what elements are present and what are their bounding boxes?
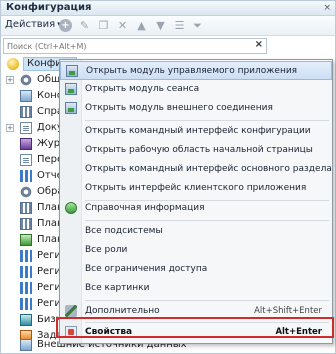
menu-separator bbox=[85, 300, 329, 301]
catalogs-icon bbox=[20, 106, 32, 118]
information-register-icon bbox=[20, 250, 32, 262]
window-titlebar: Конфигурация × bbox=[1, 1, 335, 16]
documents-icon bbox=[20, 122, 32, 134]
filter-icon[interactable]: ⏷ bbox=[191, 19, 204, 32]
menu-item-label: Все роли bbox=[85, 245, 128, 255]
context-menu: Открыть модуль управляемого приложения О… bbox=[59, 59, 333, 344]
menu-item-label: Все картинки bbox=[85, 283, 150, 293]
menu-item-label: Все ограничения доступа bbox=[85, 264, 208, 274]
highlight-frame bbox=[56, 317, 334, 338]
chart-of-accounts-icon bbox=[20, 218, 32, 230]
tools-icon bbox=[65, 305, 77, 317]
menu-item-open-client-app-interface[interactable]: Открыть интерфейс клиентского приложения bbox=[60, 179, 332, 198]
tree-item-label: Общ bbox=[37, 74, 61, 85]
menu-item-label: Все подсистемы bbox=[85, 226, 163, 236]
menu-item-shortcut: Alt+Shift+Enter bbox=[254, 306, 322, 316]
module-icon bbox=[65, 83, 77, 95]
common-objects-icon bbox=[20, 74, 32, 86]
menu-item-label: Открыть командный интерфейс конфигурации bbox=[85, 126, 311, 136]
module-icon bbox=[66, 65, 78, 77]
reports-icon bbox=[20, 170, 32, 182]
window-title: Конфигурация bbox=[6, 2, 92, 13]
edit-icon[interactable]: ✎ bbox=[78, 19, 91, 32]
menu-item-label: Справочная информация bbox=[85, 203, 205, 213]
business-process-icon bbox=[20, 314, 32, 326]
menu-item-open-managed-app-module[interactable]: Открыть модуль управляемого приложения bbox=[60, 61, 332, 80]
chart-of-calculation-icon bbox=[20, 234, 32, 246]
menu-item-label: Открыть модуль внешнего соединения bbox=[85, 103, 273, 113]
move-down-icon[interactable]: ▼ bbox=[154, 19, 167, 32]
expand-icon[interactable]: + bbox=[6, 76, 14, 84]
menu-item-open-config-command-interface[interactable]: Открыть командный интерфейс конфигурации bbox=[60, 122, 332, 141]
menu-item-open-session-module[interactable]: Открыть модуль сеанса bbox=[60, 80, 332, 99]
toolbar: Действия▼ + ✎ ❐ ✕ ▲ ▼ ☰ ⏷ bbox=[1, 16, 335, 36]
menu-item-label: Открыть командный интерфейс основного ра… bbox=[85, 164, 332, 174]
tree-item-label: Реги bbox=[37, 282, 61, 293]
search-field[interactable]: × bbox=[3, 38, 267, 54]
menu-item-help-info[interactable]: Справочная информация bbox=[60, 199, 332, 218]
search-input[interactable] bbox=[4, 39, 244, 53]
help-info-icon bbox=[65, 202, 77, 214]
chart-of-characteristics-icon bbox=[20, 202, 32, 214]
menu-item-all-access-restrictions[interactable]: Все ограничения доступа bbox=[60, 260, 332, 279]
external-data-sources-icon bbox=[20, 339, 32, 351]
menu-item-all-pictures[interactable]: Все картинки bbox=[60, 279, 332, 298]
expand-icon[interactable]: + bbox=[6, 124, 14, 132]
journals-icon bbox=[20, 138, 32, 150]
accumulation-register-icon bbox=[20, 266, 32, 278]
menu-item-label: Дополнительно bbox=[85, 306, 160, 316]
delete-icon[interactable]: ✕ bbox=[116, 19, 129, 32]
menu-item-label: Открыть интерфейс клиентского приложения bbox=[85, 183, 307, 193]
configuration-root-icon bbox=[7, 58, 19, 70]
tree-item-label: Реги bbox=[37, 250, 61, 261]
menu-item-open-external-connection-module[interactable]: Открыть модуль внешнего соединения bbox=[60, 99, 332, 118]
constants-icon bbox=[20, 90, 32, 102]
data-processors-icon bbox=[20, 186, 32, 198]
copy-icon[interactable]: ❐ bbox=[97, 19, 110, 32]
menu-item-all-subsystems[interactable]: Все подсистемы bbox=[60, 222, 332, 241]
menu-item-open-main-section-command-interface[interactable]: Открыть командный интерфейс основного ра… bbox=[60, 160, 332, 179]
move-up-icon[interactable]: ▲ bbox=[135, 19, 148, 32]
menu-separator bbox=[85, 120, 329, 121]
tree-item-label: Реги bbox=[37, 266, 61, 277]
enums-icon bbox=[20, 154, 32, 166]
menu-separator bbox=[85, 220, 329, 221]
close-icon[interactable]: × bbox=[323, 3, 331, 13]
menu-item-label: Открыть модуль управляемого приложения bbox=[86, 66, 298, 76]
list-icon[interactable]: ☰ bbox=[173, 19, 186, 32]
menu-item-label: Открыть рабочую область начальной страни… bbox=[85, 145, 313, 155]
tree-item-label: Жур bbox=[37, 138, 61, 149]
actions-label: Действия bbox=[5, 19, 56, 30]
menu-item-open-home-page-workspace[interactable]: Открыть рабочую область начальной страни… bbox=[60, 141, 332, 160]
accounting-register-icon bbox=[20, 282, 32, 294]
actions-menu-button[interactable]: Действия▼ bbox=[5, 19, 63, 30]
menu-item-all-roles[interactable]: Все роли bbox=[60, 241, 332, 260]
add-icon[interactable]: + bbox=[59, 19, 72, 32]
clear-search-icon[interactable]: × bbox=[255, 39, 263, 50]
module-icon bbox=[65, 102, 77, 114]
calculation-register-icon bbox=[20, 298, 32, 310]
menu-item-label: Открыть модуль сеанса bbox=[85, 84, 200, 94]
tree-item-label: Реги bbox=[37, 298, 61, 309]
